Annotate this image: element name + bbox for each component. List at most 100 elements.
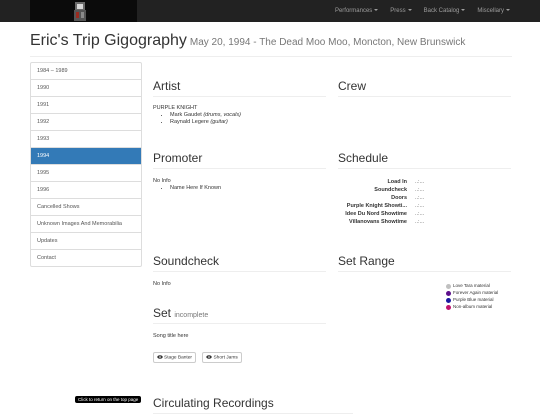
nav-performances[interactable]: Performances	[329, 0, 384, 22]
sidebar-item-cancelled-shows[interactable]: Cancelled Shows	[31, 199, 141, 216]
sidebar-item-1984-1989[interactable]: 1984 – 1989	[31, 63, 141, 80]
nav-back-catalog-label: Back Catalog	[423, 8, 460, 14]
set-heading-text: Set	[153, 306, 172, 320]
nav-press-label: Press	[390, 8, 406, 14]
schedule-time: ..:...	[415, 219, 425, 225]
artist-members-list: Mark Gaudet (drums, vocals) Raynald Lege…	[153, 112, 326, 126]
crew-heading: Crew	[338, 79, 511, 97]
promoter-section: Promoter No Info Name Here If Known	[153, 151, 326, 192]
caret-down-icon	[506, 9, 510, 12]
list-item: Mark Gaudet (drums, vocals)	[170, 112, 326, 119]
schedule-time: ..:...	[415, 203, 425, 209]
set-buttons: Stage Banter Short Jams	[153, 345, 326, 363]
sidebar-item-1993[interactable]: 1993	[31, 131, 141, 148]
year-sidebar: 1984 – 1989 1990 1991 1992 1993 1994 199…	[30, 62, 142, 267]
schedule-label: Soundcheck	[374, 187, 407, 193]
schedule-row: Load In..:...	[338, 178, 513, 186]
nav-miscellary-label: Miscellary	[477, 8, 504, 14]
stage-banter-label: Stage Banter	[164, 355, 193, 360]
member-name: Raynald Legere	[170, 119, 209, 125]
sidebar-item-1995[interactable]: 1995	[31, 165, 141, 182]
schedule-row: Idee Du Nord Showtime..:...	[338, 210, 513, 218]
legend-dot-icon	[446, 290, 451, 296]
soundcheck-info: No Info	[153, 281, 171, 287]
legend-item: Forever Again material	[446, 290, 512, 296]
nav-miscellary[interactable]: Miscellary	[471, 0, 516, 22]
set-song: Song title here	[153, 333, 189, 339]
schedule-table: Load In..:... Soundcheck..:... Doors..:.…	[338, 178, 513, 226]
logo-figure-icon	[74, 2, 86, 21]
legend-item: Purple Blue material	[446, 297, 512, 303]
short-jams-label: Short Jams	[213, 355, 238, 360]
artist-body: PURPLE KNIGHT Mark Gaudet (drums, vocals…	[153, 105, 326, 126]
set-range-legend: Love Tara material Forever Again materia…	[446, 283, 512, 311]
stage-banter-button[interactable]: Stage Banter	[153, 351, 197, 363]
sidebar-item-contact[interactable]: Contact	[31, 250, 141, 266]
artist-name: PURPLE KNIGHT	[153, 105, 198, 111]
schedule-label: Villanovans Showtime	[349, 219, 407, 225]
sidebar-item-1992[interactable]: 1992	[31, 114, 141, 131]
schedule-time: ..:...	[415, 211, 425, 217]
sidebar-item-1996[interactable]: 1996	[31, 182, 141, 199]
sidebar-item-unknown-images[interactable]: Unknown Images And Memorabilia	[31, 216, 141, 233]
promoter-info: No Info	[153, 178, 171, 184]
top-navbar: Performances Press Back Catalog Miscella…	[0, 0, 540, 22]
set-section: Set incomplete Song title here Stage Ban…	[153, 306, 326, 363]
set-status: incomplete	[174, 312, 209, 319]
set-range-heading: Set Range	[338, 254, 511, 272]
page-title-text: Eric's Trip Gigography	[30, 32, 187, 49]
set-heading: Set incomplete	[153, 306, 326, 324]
legend-item: Non-album material	[446, 304, 512, 310]
legend-label: Non-album material	[453, 304, 493, 309]
sidebar-item-1990[interactable]: 1990	[31, 80, 141, 97]
schedule-section: Schedule	[338, 151, 511, 169]
soundcheck-section: Soundcheck No Info	[153, 254, 326, 288]
legend-label: Purple Blue material	[453, 297, 494, 302]
return-to-top-button[interactable]: Click to return on the top page	[75, 396, 142, 403]
schedule-time: ..:...	[415, 187, 425, 193]
page-subtitle: May 20, 1994 - The Dead Moo Moo, Moncton…	[189, 37, 466, 48]
member-role: (drums, vocals)	[203, 112, 241, 118]
caret-down-icon	[461, 9, 466, 12]
promoter-list: Name Here If Known	[153, 185, 326, 192]
main-nav: Performances Press Back Catalog Miscella…	[329, 0, 516, 22]
legend-dot-icon	[446, 283, 451, 289]
schedule-row: Purple Knight Showti.....:...	[338, 202, 513, 210]
caret-down-icon	[374, 9, 379, 12]
page-title: Eric's Trip Gigography May 20, 1994 - The…	[30, 32, 512, 50]
eye-icon	[206, 354, 213, 359]
site-logo[interactable]	[30, 0, 137, 22]
schedule-label: Doors	[391, 195, 407, 201]
schedule-row: Villanovans Showtime..:...	[338, 218, 513, 226]
caret-down-icon	[407, 9, 412, 12]
artist-heading: Artist	[153, 79, 326, 97]
promoter-body: No Info Name Here If Known	[153, 178, 326, 192]
promoter-heading: Promoter	[153, 151, 326, 169]
short-jams-button[interactable]: Short Jams	[202, 351, 242, 363]
schedule-time: ..:...	[415, 195, 425, 201]
page-header: Eric's Trip Gigography May 20, 1994 - The…	[30, 32, 512, 57]
schedule-time: ..:...	[415, 179, 425, 185]
list-item: Raynald Legere (guitar)	[170, 119, 326, 126]
member-name: Mark Gaudet	[170, 112, 202, 118]
legend-label: Forever Again material	[453, 290, 499, 295]
recordings-section: Circulating Recordings	[153, 396, 353, 414]
nav-performances-label: Performances	[334, 8, 373, 14]
schedule-row: Doors..:...	[338, 194, 513, 202]
nav-back-catalog[interactable]: Back Catalog	[418, 0, 472, 22]
schedule-heading: Schedule	[338, 151, 511, 169]
list-item: Name Here If Known	[170, 185, 326, 192]
artist-section: Artist PURPLE KNIGHT Mark Gaudet (drums,…	[153, 79, 326, 126]
recordings-heading: Circulating Recordings	[153, 396, 353, 414]
legend-dot-icon	[446, 304, 451, 310]
schedule-label: Purple Knight Showti...	[346, 203, 407, 209]
sidebar-item-1991[interactable]: 1991	[31, 97, 141, 114]
sidebar-item-updates[interactable]: Updates	[31, 233, 141, 250]
set-range-section: Set Range	[338, 254, 511, 272]
legend-item: Love Tara material	[446, 283, 512, 289]
legend-dot-icon	[446, 297, 451, 303]
legend-label: Love Tara material	[453, 283, 490, 288]
eye-icon	[157, 354, 163, 359]
nav-press[interactable]: Press	[384, 0, 417, 22]
sidebar-item-1994[interactable]: 1994	[31, 148, 141, 165]
